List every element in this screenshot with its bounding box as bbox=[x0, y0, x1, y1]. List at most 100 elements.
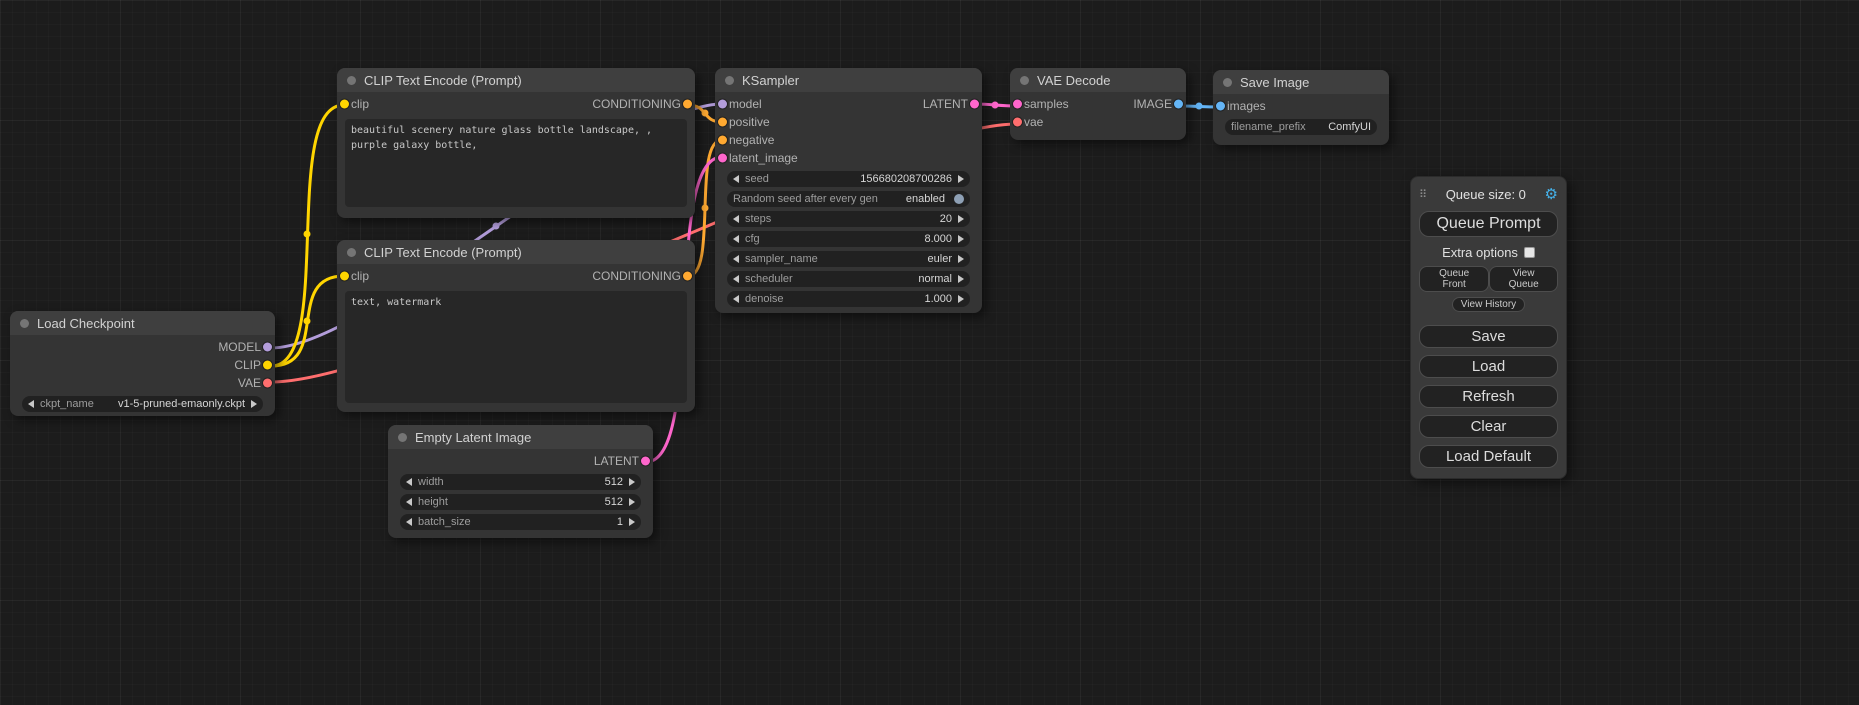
node-ksampler[interactable]: KSampler model LATENT positive negative … bbox=[715, 68, 982, 313]
decrement-arrow-icon[interactable] bbox=[733, 295, 739, 303]
increment-arrow-icon[interactable] bbox=[629, 518, 635, 526]
negative-input-dot-icon[interactable] bbox=[718, 136, 727, 145]
collapse-dot-icon[interactable] bbox=[1223, 78, 1232, 87]
save-button[interactable]: Save bbox=[1419, 325, 1558, 348]
view-history-button[interactable]: View History bbox=[1452, 297, 1525, 312]
widget-value: euler bbox=[928, 253, 952, 265]
collapse-dot-icon[interactable] bbox=[1020, 76, 1029, 85]
clip-input-dot-icon[interactable] bbox=[340, 100, 349, 109]
ckpt-name-widget[interactable]: ckpt_name v1-5-pruned-emaonly.ckpt bbox=[22, 396, 263, 412]
collapse-dot-icon[interactable] bbox=[725, 76, 734, 85]
load-default-button[interactable]: Load Default bbox=[1419, 445, 1558, 468]
cfg-widget[interactable]: cfg 8.000 bbox=[727, 231, 970, 247]
increment-arrow-icon[interactable] bbox=[629, 498, 635, 506]
latent-output-dot-icon[interactable] bbox=[970, 100, 979, 109]
latent-output-dot-icon[interactable] bbox=[641, 457, 650, 466]
wire-midpoint-dot bbox=[702, 110, 709, 117]
random-seed-toggle-widget[interactable]: Random seed after every gen enabled bbox=[727, 191, 970, 207]
samples-input-dot-icon[interactable] bbox=[1013, 100, 1022, 109]
height-widget[interactable]: height 512 bbox=[400, 494, 641, 510]
latent-image-input-dot-icon[interactable] bbox=[718, 154, 727, 163]
clip-input-dot-icon[interactable] bbox=[340, 272, 349, 281]
vae-output-dot-icon[interactable] bbox=[263, 379, 272, 388]
settings-gear-icon[interactable]: ⚙ bbox=[1545, 185, 1558, 203]
node-title-bar[interactable]: VAE Decode bbox=[1010, 68, 1186, 92]
steps-widget[interactable]: steps 20 bbox=[727, 211, 970, 227]
increment-arrow-icon[interactable] bbox=[958, 275, 964, 283]
sampler-name-widget[interactable]: sampler_name euler bbox=[727, 251, 970, 267]
node-vae-decode[interactable]: VAE Decode samples IMAGE vae bbox=[1010, 68, 1186, 140]
vae-input-dot-icon[interactable] bbox=[1013, 118, 1022, 127]
increment-arrow-icon[interactable] bbox=[958, 215, 964, 223]
node-load-checkpoint[interactable]: Load Checkpoint MODEL CLIP VAE ckpt_name… bbox=[10, 311, 275, 416]
prompt-text-input[interactable]: beautiful scenery nature glass bottle la… bbox=[345, 119, 687, 207]
prompt-text-input[interactable]: text, watermark bbox=[345, 291, 687, 403]
node-title-bar[interactable]: Load Checkpoint bbox=[10, 311, 275, 335]
node-title-bar[interactable]: CLIP Text Encode (Prompt) bbox=[337, 240, 695, 264]
node-graph-canvas[interactable]: Load Checkpoint MODEL CLIP VAE ckpt_name… bbox=[0, 0, 1859, 705]
node-empty-latent-image[interactable]: Empty Latent Image LATENT width 512 heig… bbox=[388, 425, 653, 538]
decrement-arrow-icon[interactable] bbox=[406, 478, 412, 486]
decrement-arrow-icon[interactable] bbox=[733, 175, 739, 183]
widget-value: 1.000 bbox=[924, 293, 952, 305]
output-label: CONDITIONING bbox=[592, 97, 681, 111]
increment-arrow-icon[interactable] bbox=[958, 235, 964, 243]
conditioning-output-dot-icon[interactable] bbox=[683, 272, 692, 281]
collapse-dot-icon[interactable] bbox=[347, 248, 356, 257]
model-input-dot-icon[interactable] bbox=[718, 100, 727, 109]
extra-options-checkbox[interactable] bbox=[1524, 247, 1535, 258]
increment-arrow-icon[interactable] bbox=[958, 295, 964, 303]
positive-input-dot-icon[interactable] bbox=[718, 118, 727, 127]
scheduler-widget[interactable]: scheduler normal bbox=[727, 271, 970, 287]
widget-label: Random seed after every gen bbox=[733, 193, 878, 205]
increment-arrow-icon[interactable] bbox=[251, 400, 257, 408]
input-label: clip bbox=[351, 269, 369, 283]
collapse-dot-icon[interactable] bbox=[347, 76, 356, 85]
node-title: Empty Latent Image bbox=[415, 430, 531, 445]
seed-widget[interactable]: seed 156680208700286 bbox=[727, 171, 970, 187]
widget-value: normal bbox=[918, 273, 952, 285]
drag-handle-icon[interactable]: ⠿ bbox=[1419, 188, 1427, 201]
increment-arrow-icon[interactable] bbox=[629, 478, 635, 486]
conditioning-output-dot-icon[interactable] bbox=[683, 100, 692, 109]
input-slot-images: images bbox=[1213, 97, 1389, 115]
toggle-indicator-icon[interactable] bbox=[954, 194, 964, 204]
image-output-dot-icon[interactable] bbox=[1174, 100, 1183, 109]
node-title-bar[interactable]: KSampler bbox=[715, 68, 982, 92]
view-queue-button[interactable]: View Queue bbox=[1489, 266, 1558, 292]
increment-arrow-icon[interactable] bbox=[958, 175, 964, 183]
filename-prefix-widget[interactable]: filename_prefix ComfyUI bbox=[1225, 119, 1377, 135]
output-label: VAE bbox=[238, 376, 261, 390]
decrement-arrow-icon[interactable] bbox=[733, 255, 739, 263]
load-button[interactable]: Load bbox=[1419, 355, 1558, 378]
decrement-arrow-icon[interactable] bbox=[733, 215, 739, 223]
clear-button[interactable]: Clear bbox=[1419, 415, 1558, 438]
decrement-arrow-icon[interactable] bbox=[406, 518, 412, 526]
node-clip-text-encode-negative[interactable]: CLIP Text Encode (Prompt) clip CONDITION… bbox=[337, 240, 695, 412]
batch-size-widget[interactable]: batch_size 1 bbox=[400, 514, 641, 530]
node-title-bar[interactable]: Empty Latent Image bbox=[388, 425, 653, 449]
decrement-arrow-icon[interactable] bbox=[733, 235, 739, 243]
node-clip-text-encode-positive[interactable]: CLIP Text Encode (Prompt) clip CONDITION… bbox=[337, 68, 695, 218]
node-save-image[interactable]: Save Image images filename_prefix ComfyU… bbox=[1213, 70, 1389, 145]
refresh-button[interactable]: Refresh bbox=[1419, 385, 1558, 408]
model-output-dot-icon[interactable] bbox=[263, 343, 272, 352]
node-title: KSampler bbox=[742, 73, 799, 88]
node-title-bar[interactable]: CLIP Text Encode (Prompt) bbox=[337, 68, 695, 92]
denoise-widget[interactable]: denoise 1.000 bbox=[727, 291, 970, 307]
output-label: CLIP bbox=[234, 358, 261, 372]
queue-front-button[interactable]: Queue Front bbox=[1419, 266, 1489, 292]
collapse-dot-icon[interactable] bbox=[398, 433, 407, 442]
images-input-dot-icon[interactable] bbox=[1216, 102, 1225, 111]
node-title-bar[interactable]: Save Image bbox=[1213, 70, 1389, 94]
decrement-arrow-icon[interactable] bbox=[733, 275, 739, 283]
decrement-arrow-icon[interactable] bbox=[28, 400, 34, 408]
queue-prompt-button[interactable]: Queue Prompt bbox=[1419, 211, 1558, 237]
width-widget[interactable]: width 512 bbox=[400, 474, 641, 490]
slot-row: model LATENT bbox=[715, 95, 982, 113]
increment-arrow-icon[interactable] bbox=[958, 255, 964, 263]
decrement-arrow-icon[interactable] bbox=[406, 498, 412, 506]
widget-value: 8.000 bbox=[924, 233, 952, 245]
clip-output-dot-icon[interactable] bbox=[263, 361, 272, 370]
collapse-dot-icon[interactable] bbox=[20, 319, 29, 328]
